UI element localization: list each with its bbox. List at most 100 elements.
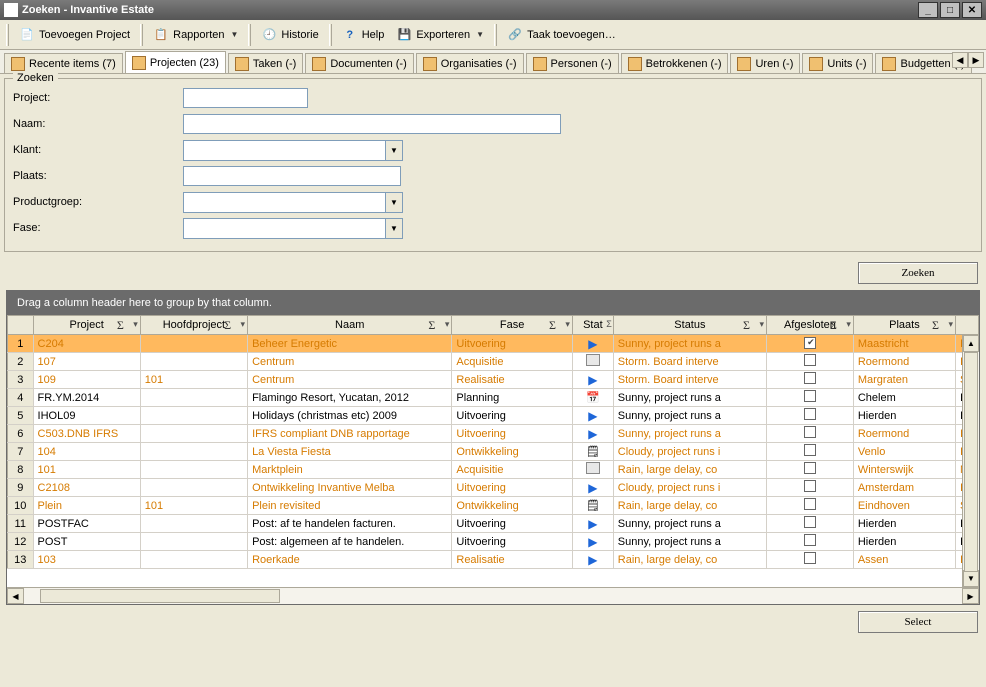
cell-naam[interactable]: Beheer Energetic <box>248 335 452 353</box>
vertical-scrollbar[interactable]: ▲ ▼ <box>962 335 979 587</box>
cell-plaats[interactable]: Margraten <box>853 371 955 389</box>
cell-status[interactable]: Storm. Board interve <box>613 371 766 389</box>
checkbox-icon[interactable] <box>804 354 816 366</box>
cell-hoofdproject[interactable] <box>140 533 247 551</box>
cell-naam[interactable]: Post: algemeen af te handelen. <box>248 533 452 551</box>
cell-stat[interactable]: ▶ <box>572 551 613 569</box>
tab-personen[interactable]: Personen (-) <box>526 53 619 73</box>
minimize-button[interactable]: _ <box>918 2 938 18</box>
cell-project[interactable]: 104 <box>33 443 140 461</box>
cell-project[interactable]: IHOL09 <box>33 407 140 425</box>
cell-naam[interactable]: Post: af te handelen facturen. <box>248 515 452 533</box>
table-row[interactable]: 1C204Beheer EnergeticUitvoering▶Sunny, p… <box>8 335 979 353</box>
table-row[interactable]: 12POSTPost: algemeen af te handelen.Uitv… <box>8 533 979 551</box>
checkbox-icon[interactable] <box>804 372 816 384</box>
cell-hoofdproject[interactable]: 101 <box>140 371 247 389</box>
cell-project[interactable]: 101 <box>33 461 140 479</box>
help-button[interactable]: ? Help <box>338 23 389 47</box>
cell-afgesloten[interactable] <box>767 407 854 425</box>
cell-project[interactable]: POST <box>33 533 140 551</box>
cell-plaats[interactable]: Venlo <box>853 443 955 461</box>
cell-hoofdproject[interactable] <box>140 389 247 407</box>
cell-afgesloten[interactable] <box>767 479 854 497</box>
table-row[interactable]: 4FR.YM.2014Flamingo Resort, Yucatan, 201… <box>8 389 979 407</box>
cell-naam[interactable]: Ontwikkeling Invantive Melba <box>248 479 452 497</box>
col-extra[interactable] <box>956 316 979 335</box>
scroll-up-icon[interactable]: ▲ <box>963 335 979 352</box>
cell-afgesloten[interactable] <box>767 353 854 371</box>
checkbox-icon[interactable] <box>804 444 816 456</box>
cell-fase[interactable]: Uitvoering <box>452 335 573 353</box>
table-row[interactable]: 10Plein101Plein revisitedOntwikkeling🗒Ra… <box>8 497 979 515</box>
col-hoofdproject[interactable]: HoofdprojectΣ▾ <box>140 316 247 335</box>
klant-combo[interactable]: ▼ <box>183 140 403 161</box>
scroll-right-icon[interactable]: ▶ <box>962 588 979 604</box>
horizontal-scrollbar[interactable]: ◀ ▶ <box>7 587 979 604</box>
cell-fase[interactable]: Ontwikkeling <box>452 443 573 461</box>
cell-status[interactable]: Sunny, project runs a <box>613 389 766 407</box>
table-row[interactable]: 5IHOL09Holidays (christmas etc) 2009Uitv… <box>8 407 979 425</box>
cell-afgesloten[interactable] <box>767 533 854 551</box>
reports-button[interactable]: 📋 Rapporten ▼ <box>149 23 242 47</box>
cell-fase[interactable]: Ontwikkeling <box>452 497 573 515</box>
add-project-button[interactable]: 📄 Toevoegen Project <box>15 23 134 47</box>
cell-status[interactable]: Rain, large delay, co <box>613 461 766 479</box>
cell-afgesloten[interactable] <box>767 461 854 479</box>
cell-fase[interactable]: Uitvoering <box>452 515 573 533</box>
project-input[interactable] <box>183 88 308 108</box>
naam-input[interactable] <box>183 114 561 134</box>
cell-naam[interactable]: La Viesta Fiesta <box>248 443 452 461</box>
cell-project[interactable]: 103 <box>33 551 140 569</box>
cell-hoofdproject[interactable] <box>140 335 247 353</box>
cell-plaats[interactable]: Eindhoven <box>853 497 955 515</box>
cell-fase[interactable]: Uitvoering <box>452 407 573 425</box>
cell-naam[interactable]: Centrum <box>248 353 452 371</box>
cell-afgesloten[interactable] <box>767 425 854 443</box>
col-afgesloten[interactable]: AfgeslotenΣ▾ <box>767 316 854 335</box>
cell-hoofdproject[interactable] <box>140 515 247 533</box>
tab-scroll-left[interactable]: ◀ <box>952 52 968 68</box>
col-project[interactable]: ProjectΣ▾ <box>33 316 140 335</box>
col-plaats[interactable]: PlaatsΣ▾ <box>853 316 955 335</box>
cell-stat[interactable] <box>572 353 613 371</box>
cell-project[interactable]: 109 <box>33 371 140 389</box>
cell-plaats[interactable]: Hierden <box>853 515 955 533</box>
cell-project[interactable]: FR.YM.2014 <box>33 389 140 407</box>
cell-afgesloten[interactable] <box>767 551 854 569</box>
cell-afgesloten[interactable] <box>767 335 854 353</box>
cell-hoofdproject[interactable] <box>140 551 247 569</box>
cell-hoofdproject[interactable]: 101 <box>140 497 247 515</box>
checkbox-icon[interactable] <box>804 337 816 349</box>
checkbox-icon[interactable] <box>804 426 816 438</box>
cell-plaats[interactable]: Roermond <box>853 425 955 443</box>
cell-hoofdproject[interactable] <box>140 425 247 443</box>
cell-project[interactable]: C204 <box>33 335 140 353</box>
cell-plaats[interactable]: Assen <box>853 551 955 569</box>
cell-status[interactable]: Sunny, project runs a <box>613 533 766 551</box>
cell-stat[interactable]: ▶ <box>572 479 613 497</box>
table-row[interactable]: 9C2108Ontwikkeling Invantive MelbaUitvoe… <box>8 479 979 497</box>
tab-units[interactable]: Units (-) <box>802 53 873 73</box>
cell-stat[interactable]: ▶ <box>572 407 613 425</box>
cell-stat[interactable]: ▶ <box>572 425 613 443</box>
col-naam[interactable]: NaamΣ▾ <box>248 316 452 335</box>
cell-afgesloten[interactable] <box>767 389 854 407</box>
cell-plaats[interactable]: Hierden <box>853 533 955 551</box>
cell-fase[interactable]: Realisatie <box>452 551 573 569</box>
productgroep-combo[interactable]: ▼ <box>183 192 403 213</box>
cell-naam[interactable]: Plein revisited <box>248 497 452 515</box>
cell-fase[interactable]: Uitvoering <box>452 425 573 443</box>
cell-afgesloten[interactable] <box>767 443 854 461</box>
table-row[interactable]: 8101MarktpleinAcquisitieRain, large dela… <box>8 461 979 479</box>
cell-plaats[interactable]: Maastricht <box>853 335 955 353</box>
cell-hoofdproject[interactable] <box>140 461 247 479</box>
cell-fase[interactable]: Planning <box>452 389 573 407</box>
cell-status[interactable]: Sunny, project runs a <box>613 407 766 425</box>
table-row[interactable]: 11POSTFACPost: af te handelen facturen.U… <box>8 515 979 533</box>
tab-documenten[interactable]: Documenten (-) <box>305 53 413 73</box>
tab-taken[interactable]: Taken (-) <box>228 53 303 73</box>
history-button[interactable]: 🕘 Historie <box>257 23 322 47</box>
cell-fase[interactable]: Uitvoering <box>452 533 573 551</box>
cell-status[interactable]: Sunny, project runs a <box>613 425 766 443</box>
tab-uren[interactable]: Uren (-) <box>730 53 800 73</box>
